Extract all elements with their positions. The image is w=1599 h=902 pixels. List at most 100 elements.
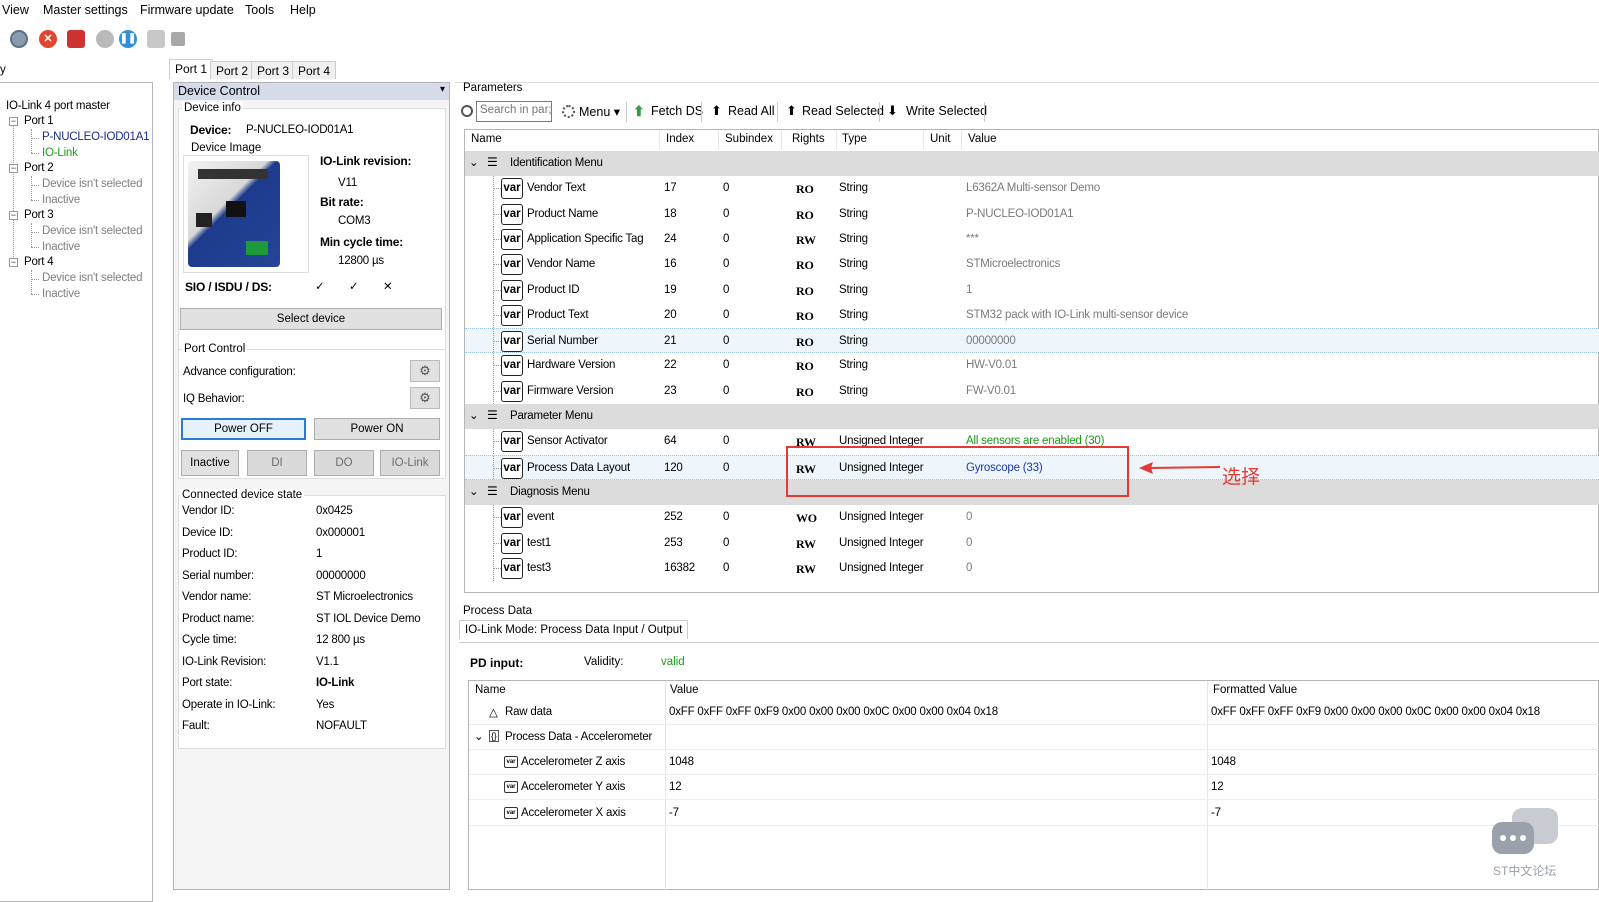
col-unit[interactable]: Unit — [930, 133, 950, 145]
expand-port2-icon[interactable]: − — [9, 164, 18, 173]
param-name: Process Data Layout — [527, 461, 630, 474]
pin-icon[interactable]: ▾ — [440, 84, 445, 95]
mode-do-button[interactable]: DO — [314, 450, 374, 476]
tree-port-1-mode[interactable]: IO-Link — [42, 147, 78, 159]
expand-port4-icon[interactable]: − — [9, 258, 18, 267]
state-value: 1 — [316, 548, 323, 560]
col-rights[interactable]: Rights — [792, 133, 825, 145]
menu-group-row[interactable]: ⌄ ☰ Identification Menu — [465, 151, 1599, 176]
state-label: Cycle time: — [182, 634, 237, 646]
settings-gear-icon[interactable] — [10, 30, 28, 48]
tree-root[interactable]: IO-Link 4 port master — [6, 100, 110, 112]
chevron-down-icon[interactable]: ⌄ — [469, 484, 479, 498]
tree-port-3-mode[interactable]: Inactive — [42, 241, 80, 253]
tree-port-4-device[interactable]: Device isn't selected — [42, 272, 142, 284]
tree-port-3[interactable]: Port 3 — [24, 209, 54, 221]
pd-col-name[interactable]: Name — [475, 684, 506, 696]
tree-port-4-mode[interactable]: Inactive — [42, 288, 80, 300]
disconnect-icon[interactable] — [67, 30, 85, 48]
tab-iolink-mode[interactable]: IO-Link Mode: Process Data Input / Outpu… — [459, 620, 689, 639]
col-value[interactable]: Value — [968, 133, 997, 145]
parameter-row[interactable]: var Product Name 18 0 RO String P-NUCLEO-IOD01… — [465, 201, 1599, 227]
pause-blue-icon[interactable]: ❚❚ — [119, 30, 137, 48]
search-input[interactable]: Search in par; — [476, 101, 552, 122]
mode-iolink-button[interactable]: IO-Link — [380, 450, 440, 476]
parameter-row[interactable]: var Serial Number 21 0 RO String 00000000 — [465, 328, 1599, 355]
tree-header-fragment: y — [0, 64, 6, 76]
tree-port-1[interactable]: Port 1 — [24, 115, 54, 127]
tree-port-3-device[interactable]: Device isn't selected — [42, 225, 142, 237]
pd-raw-row[interactable]: △ Raw data 0xFF 0xFF 0xFF 0xF9 0x00 0x00… — [469, 700, 1599, 725]
plugin-icon[interactable] — [171, 32, 185, 46]
var-badge-icon: var — [501, 228, 523, 250]
menu-master-settings[interactable]: Master settings — [43, 3, 128, 17]
fetch-ds-button[interactable]: Fetch DS — [651, 104, 703, 118]
wrench-icon[interactable] — [147, 30, 165, 48]
menu-firmware-update[interactable]: Firmware update — [140, 3, 234, 17]
pd-row-name: Accelerometer X axis — [521, 806, 626, 819]
parameter-row[interactable]: var event 252 0 WO Unsigned Integer 0 — [465, 505, 1599, 531]
state-value: 0x0425 — [316, 505, 353, 517]
param-subindex: 0 — [723, 384, 730, 397]
parameter-row[interactable]: var Firmware Version 23 0 RO String FW-V0.01 — [465, 378, 1599, 404]
play-grey-icon[interactable] — [96, 30, 114, 48]
parameter-row[interactable]: var test3 16382 0 RW Unsigned Integer 0 — [465, 555, 1599, 581]
stop-red-icon[interactable]: ✕ — [39, 30, 57, 48]
expand-port3-icon[interactable]: − — [9, 211, 18, 220]
state-value: 00000000 — [316, 569, 366, 582]
chevron-down-icon[interactable]: ⌄ — [474, 729, 484, 743]
menu-gear-icon — [562, 105, 575, 118]
chevron-down-icon[interactable]: ⌄ — [469, 408, 479, 422]
tab-port-2[interactable]: Port 2 — [210, 61, 255, 79]
parameter-row[interactable]: var Vendor Name 16 0 RO String STMicroelectron… — [465, 252, 1599, 278]
parameter-row[interactable]: var Application Specific Tag 24 0 RW String **… — [465, 226, 1599, 252]
chevron-down-icon[interactable]: ⌄ — [469, 155, 479, 169]
col-name[interactable]: Name — [471, 133, 502, 145]
write-selected-button[interactable]: Write Selected — [906, 104, 987, 118]
mode-di-button[interactable]: DI — [247, 450, 307, 476]
power-off-button[interactable]: Power OFF — [181, 418, 306, 440]
advance-config-gear-icon[interactable]: ⚙ — [410, 360, 440, 382]
var-badge-icon: var — [501, 254, 523, 276]
pd-data-row[interactable]: var Accelerometer Y axis 12 12 — [469, 775, 1599, 801]
state-label: Serial number: — [182, 569, 254, 582]
tab-port-1[interactable]: Port 1 — [169, 59, 214, 79]
tree-port-2[interactable]: Port 2 — [24, 162, 54, 174]
parameter-row[interactable]: var test1 253 0 RW Unsigned Integer 0 — [465, 530, 1599, 556]
menu-dropdown-button[interactable]: Menu ▾ — [579, 104, 620, 119]
pd-col-formatted[interactable]: Formatted Value — [1213, 684, 1297, 696]
pd-group-row[interactable]: ⌄ {} Process Data - Accelerometer — [469, 725, 1599, 750]
tree-port-2-mode[interactable]: Inactive — [42, 194, 80, 206]
col-index[interactable]: Index — [666, 133, 694, 145]
iq-behavior-gear-icon[interactable]: ⚙ — [410, 387, 440, 409]
parameter-row[interactable]: var Product ID 19 0 RO String 1 — [465, 277, 1599, 303]
read-selected-button[interactable]: Read Selected — [802, 104, 884, 118]
col-type[interactable]: Type — [842, 133, 867, 145]
menu-view[interactable]: View — [2, 3, 29, 17]
tree-port-1-device[interactable]: P-NUCLEO-IOD01A1 — [42, 131, 150, 143]
param-index: 64 — [664, 435, 677, 448]
expand-port1-icon[interactable]: − — [9, 117, 18, 126]
var-badge-icon: var — [501, 507, 523, 529]
read-all-button[interactable]: Read All — [728, 104, 775, 118]
pd-data-row[interactable]: var Accelerometer Z axis 1048 1048 — [469, 750, 1599, 775]
power-on-button[interactable]: Power ON — [314, 418, 440, 440]
menu-help[interactable]: Help — [290, 3, 316, 17]
param-index: 16 — [664, 258, 677, 271]
select-device-button[interactable]: Select device — [180, 308, 442, 330]
parameter-row[interactable]: var Vendor Text 17 0 RO String L6362A Multi-se… — [465, 176, 1599, 202]
tree-port-2-device[interactable]: Device isn't selected — [42, 178, 142, 190]
tab-port-4[interactable]: Port 4 — [292, 61, 337, 79]
menu-group-row[interactable]: ⌄ ☰ Parameter Menu — [465, 404, 1599, 429]
pd-data-row[interactable]: var Accelerometer X axis -7 -7 — [469, 801, 1599, 826]
parameter-row[interactable]: var Hardware Version 22 0 RO String HW-V0.01 — [465, 353, 1599, 379]
col-subindex[interactable]: Subindex — [725, 133, 773, 145]
pd-col-value[interactable]: Value — [670, 684, 699, 696]
param-type: String — [839, 308, 868, 321]
menu-tools[interactable]: Tools — [245, 3, 274, 17]
parameter-row[interactable]: var Product Text 20 0 RO String STM32 pack wit… — [465, 302, 1599, 328]
tree-port-4[interactable]: Port 4 — [24, 256, 54, 268]
tab-port-3[interactable]: Port 3 — [251, 61, 296, 79]
param-rights: WO — [796, 511, 817, 526]
mode-inactive-button[interactable]: Inactive — [181, 450, 239, 476]
